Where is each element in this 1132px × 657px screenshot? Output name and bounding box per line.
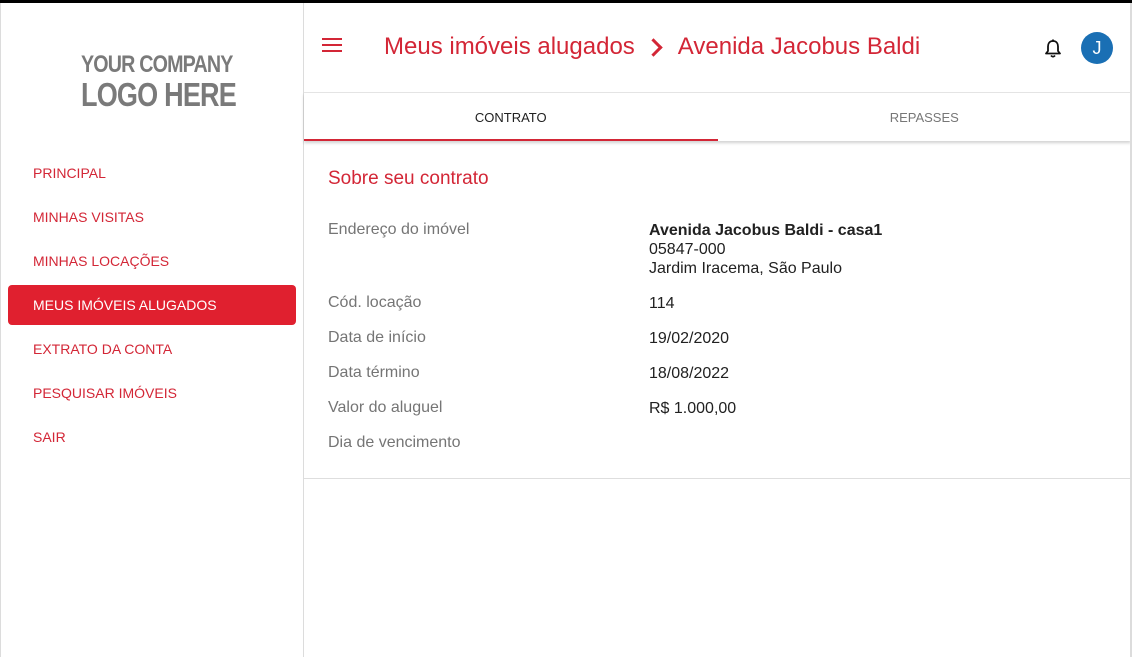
rent-value: R$ 1.000,00: [649, 400, 737, 417]
sidebar-item-label: MINHAS VISITAS: [33, 209, 144, 225]
sidebar-item-principal[interactable]: PRINCIPAL: [8, 151, 296, 195]
chevron-right-icon: [644, 37, 663, 57]
sidebar-item-sair[interactable]: SAIR: [8, 415, 296, 459]
section-title: Sobre seu contrato: [328, 168, 489, 189]
sidebar-item-label: MINHAS LOCAÇÕES: [33, 253, 170, 269]
address-line-3: Jardim Iracema, São Paulo: [649, 260, 842, 277]
tab-repasses[interactable]: REPASSES: [718, 93, 1132, 141]
breadcrumb: Meus imóveis alugados Avenida Jacobus Ba…: [384, 33, 920, 61]
sidebar-item-pesquisar-imoveis[interactable]: PESQUISAR IMÓVEIS: [8, 371, 296, 415]
avatar[interactable]: J: [1081, 32, 1113, 64]
bell-icon[interactable]: [1044, 39, 1062, 59]
tab-contrato[interactable]: CONTRATO: [304, 93, 718, 141]
due-day-label: Dia de vencimento: [328, 434, 461, 451]
address-line-2: 05847-000: [649, 241, 726, 258]
end-date-label: Data término: [328, 364, 420, 381]
end-date-value: 18/08/2022: [649, 365, 730, 382]
avatar-initial: J: [1092, 37, 1102, 58]
rent-label: Valor do aluguel: [328, 399, 443, 416]
app-header: Meus imóveis alugados Avenida Jacobus Ba…: [304, 3, 1131, 93]
address-line-1: Avenida Jacobus Baldi - casa1: [649, 222, 883, 239]
breadcrumb-parent-link[interactable]: Meus imóveis alugados: [384, 33, 635, 61]
code-label: Cód. locação: [328, 294, 422, 311]
address-value: Avenida Jacobus Baldi - casa1 05847-000 …: [649, 221, 882, 278]
breadcrumb-current: Avenida Jacobus Baldi: [677, 33, 921, 60]
sidebar-item-label: SAIR: [33, 429, 66, 445]
start-date-label: Data de início: [328, 329, 426, 346]
hamburger-menu-icon[interactable]: [322, 38, 342, 54]
address-label: Endereço do imóvel: [328, 221, 470, 238]
sidebar-item-minhas-locacoes[interactable]: MINHAS LOCAÇÕES: [8, 239, 296, 283]
sidebar-item-label: PRINCIPAL: [33, 165, 106, 181]
sidebar-item-meus-imoveis-alugados[interactable]: MEUS IMÓVEIS ALUGADOS: [8, 285, 296, 325]
logo-line-2: LOGO HERE: [81, 76, 237, 113]
tab-bar: CONTRATO REPASSES: [304, 93, 1131, 141]
sidebar-item-label: EXTRATO DA CONTA: [33, 341, 173, 357]
sidebar-item-minhas-visitas[interactable]: MINHAS VISITAS: [8, 195, 296, 239]
start-date-value: 19/02/2020: [649, 330, 730, 347]
sidebar-item-extrato-da-conta[interactable]: EXTRATO DA CONTA: [8, 327, 296, 371]
tab-label: REPASSES: [889, 109, 959, 125]
company-logo[interactable]: YOUR COMPANY LOGO HERE: [81, 51, 237, 113]
tab-label: CONTRATO: [474, 109, 547, 125]
sidebar-nav: PRINCIPAL MINHAS VISITAS MINHAS LOCAÇÕES…: [8, 151, 296, 459]
code-value: 114: [649, 295, 675, 312]
logo-line-1: YOUR COMPANY: [81, 51, 233, 78]
sidebar-item-label: PESQUISAR IMÓVEIS: [33, 385, 177, 401]
sidebar: YOUR COMPANY LOGO HERE PRINCIPAL MINHAS …: [0, 3, 304, 657]
sidebar-item-label: MEUS IMÓVEIS ALUGADOS: [33, 297, 217, 313]
contract-details: Sobre seu contrato Endereço do imóvel Av…: [304, 141, 1131, 479]
